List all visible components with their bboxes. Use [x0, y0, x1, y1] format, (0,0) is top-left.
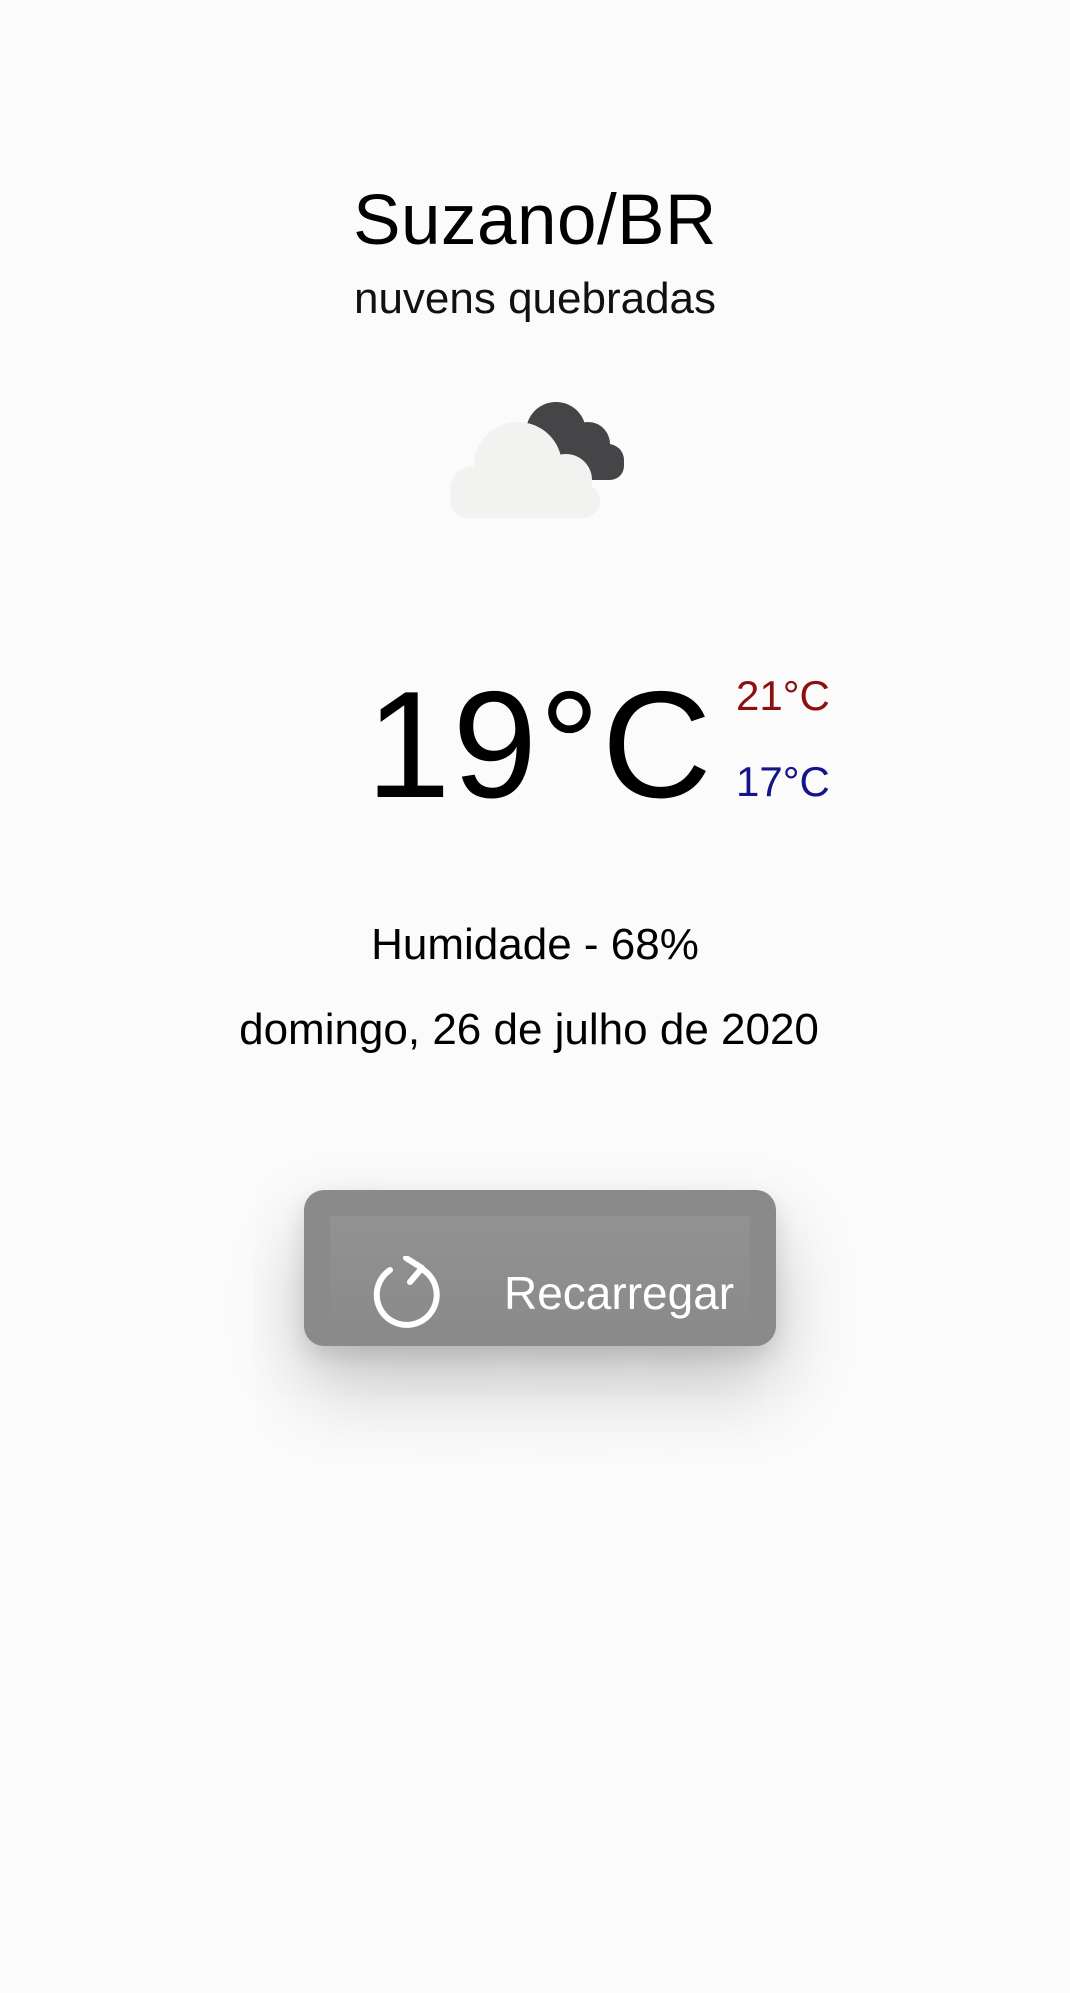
max-temperature: 21°C — [736, 672, 830, 719]
broken-clouds-icon — [450, 402, 624, 518]
reload-button-surface: Recarregar — [330, 1216, 750, 1328]
refresh-icon — [373, 1256, 440, 1328]
weather-screen: Suzano/BR nuvens quebradas 19°C 21°C 17°… — [0, 0, 1070, 1993]
current-temperature: 19°C — [366, 660, 714, 830]
city-name: Suzano/BR — [353, 181, 717, 260]
humidity-label: Humidade - 68% — [371, 920, 699, 969]
reload-button[interactable]: Recarregar — [304, 1190, 776, 1346]
weather-description: nuvens quebradas — [353, 274, 717, 323]
date-label: domingo, 26 de julho de 2020 — [239, 1005, 819, 1054]
reload-button-label: Recarregar — [504, 1267, 735, 1319]
min-temperature: 17°C — [736, 758, 830, 805]
